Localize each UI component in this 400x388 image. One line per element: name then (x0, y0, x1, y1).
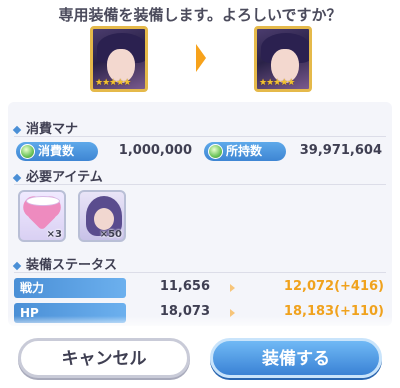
mana-gem-icon (20, 144, 35, 159)
rarity-stars: ★★★★★ (95, 78, 131, 88)
stat-before-value: 11,656 (159, 279, 210, 294)
character-portrait-after: ★★★★★ (254, 26, 312, 92)
arrow-right-icon (196, 44, 206, 72)
dialog-title: 専用装備を装備します。よろしいですか？ (58, 6, 342, 24)
item-quantity: ×3 (46, 229, 62, 240)
equip-button[interactable]: 装備する (210, 338, 382, 378)
mana-cost-label: 消費数 (16, 142, 98, 161)
character-portrait-before: ★★★★★ (90, 26, 148, 92)
required-item-memory-piece[interactable]: ×50 (78, 190, 126, 242)
diamond-bullet-icon (12, 125, 22, 134)
small-arrow-icon (230, 284, 235, 292)
items-section-heading: 必要アイテム (12, 166, 103, 185)
diamond-bullet-icon (12, 173, 22, 182)
cancel-button[interactable]: キャンセル (18, 338, 190, 378)
scroll-fade (8, 316, 392, 330)
stat-label: 戦力 (14, 278, 126, 298)
mana-owned-value: 39,971,604 (299, 143, 382, 158)
divider (14, 136, 386, 137)
required-item-heart[interactable]: ×3 (18, 190, 66, 242)
divider (14, 184, 386, 185)
item-quantity: ×50 (99, 229, 122, 240)
stat-after-value: 12,072(+416) (283, 279, 384, 294)
rarity-stars: ★★★★★ (259, 78, 295, 88)
face-graphic (94, 208, 114, 230)
mana-cost-value: 1,000,000 (118, 143, 192, 158)
mana-owned-label: 所持数 (204, 142, 286, 161)
mana-gem-icon (208, 144, 223, 159)
divider (14, 272, 386, 273)
stats-section-heading: 装備ステータス (12, 254, 117, 273)
wing-graphic (26, 196, 60, 206)
mana-section-heading: 消費マナ (12, 118, 78, 137)
stat-row-power: 戦力 11,656 12,072(+416) (14, 278, 386, 298)
diamond-bullet-icon (12, 261, 22, 270)
